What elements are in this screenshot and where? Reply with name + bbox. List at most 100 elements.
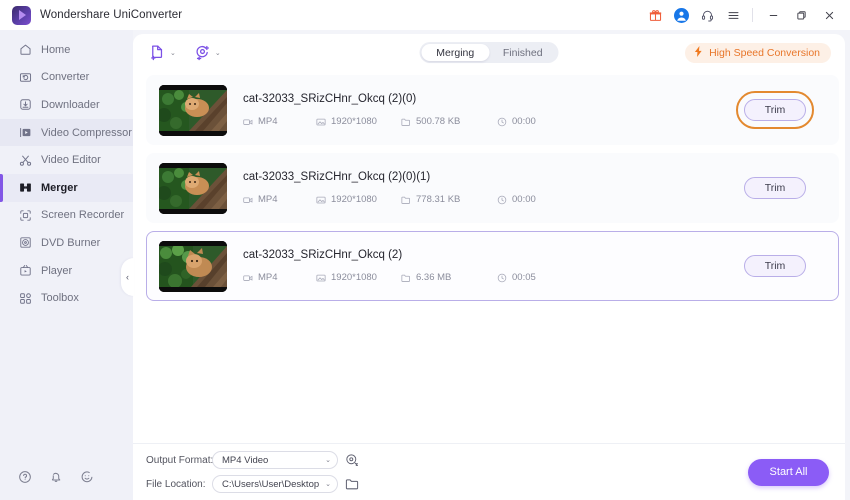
sidebar-item-converter[interactable]: Converter: [0, 64, 133, 92]
video-thumbnail: [159, 84, 227, 136]
maximize-button[interactable]: [788, 3, 814, 27]
meta-resolution-value: 1920*1080: [331, 194, 377, 205]
play-logo-icon: [12, 5, 31, 25]
high-speed-conversion-badge[interactable]: High Speed Conversion: [685, 42, 831, 63]
meta-format: MP4: [243, 194, 316, 205]
sidebar-item-video-editor[interactable]: Video Editor: [0, 146, 133, 174]
sidebar-collapse-handle[interactable]: ‹: [121, 258, 134, 296]
help-icon[interactable]: [18, 470, 32, 489]
output-format-select[interactable]: MP4 Video ⌄: [212, 451, 338, 469]
title-bar: Wondershare UniConverter: [0, 0, 850, 30]
sidebar-item-label: DVD Burner: [41, 236, 101, 249]
file-name: cat-32033_SRizCHnr_Okcq (2)(0)(1): [243, 171, 431, 183]
meta-resolution-value: 1920*1080: [331, 116, 377, 127]
sidebar-item-dvd-burner[interactable]: DVD Burner: [0, 229, 133, 257]
sidebar-item-label: Home: [41, 43, 71, 56]
add-from-device-button[interactable]: ⌄: [194, 44, 221, 61]
content-toolbar: ⌄ ⌄ Merging Finished High Speed Conversi…: [133, 34, 845, 71]
tab-merging[interactable]: Merging: [421, 44, 489, 61]
sidebar-item-label: Player: [41, 264, 73, 277]
meta-duration-value: 00:00: [512, 194, 536, 205]
meta-format-value: MP4: [258, 194, 278, 205]
window-controls: [643, 3, 842, 27]
chevron-down-icon: ⌄: [214, 49, 221, 57]
meta-size: 6.36 MB: [401, 272, 497, 283]
table-row[interactable]: cat-32033_SRizCHnr_Okcq (2)(0) MP4 1920*…: [146, 75, 839, 145]
minimize-button[interactable]: [760, 3, 786, 27]
folder-icon[interactable]: [345, 477, 359, 491]
meta-resolution: 1920*1080: [316, 194, 401, 205]
resolution-icon: [316, 273, 326, 283]
trim-action: Trim: [744, 177, 828, 199]
chevron-down-icon: ⌄: [325, 481, 331, 488]
output-fields: Output Format: MP4 Video ⌄ File Location…: [146, 451, 359, 493]
close-button[interactable]: [816, 3, 842, 27]
meta-duration-value: 00:00: [512, 116, 536, 127]
uniconverter-window: Wondershare UniConverter Home Converter …: [0, 0, 850, 500]
sidebar-item-screen-recorder[interactable]: Screen Recorder: [0, 202, 133, 230]
sidebar-item-label: Video Compressor: [41, 126, 132, 139]
file-list[interactable]: cat-32033_SRizCHnr_Okcq (2)(0) MP4 1920*…: [133, 71, 845, 443]
output-footer: Output Format: MP4 Video ⌄ File Location…: [133, 443, 845, 500]
sidebar-item-label: Downloader: [41, 98, 100, 111]
resolution-icon: [316, 195, 326, 205]
meta-format: MP4: [243, 272, 316, 283]
sidebar-item-video-compressor[interactable]: Video Compressor: [0, 118, 133, 147]
meta-duration: 00:05: [497, 272, 536, 283]
tab-finished[interactable]: Finished: [489, 44, 557, 61]
toolbox-icon: [18, 291, 32, 305]
trim-button[interactable]: Trim: [744, 177, 806, 199]
chevron-down-icon: ⌄: [170, 49, 176, 57]
folder-icon: [401, 195, 411, 205]
account-avatar-icon[interactable]: [669, 3, 693, 27]
menu-icon[interactable]: [721, 3, 745, 27]
gift-icon[interactable]: [643, 3, 667, 27]
clock-icon: [497, 195, 507, 205]
file-meta: MP4 1920*1080 6.36 MB 00:05: [243, 272, 744, 283]
right-edge-rail: [845, 60, 850, 500]
file-info: cat-32033_SRizCHnr_Okcq (2)(0)(1) MP4 19…: [227, 171, 744, 205]
support-headset-icon[interactable]: [695, 3, 719, 27]
chevron-down-icon: ⌄: [325, 457, 331, 464]
player-icon: [18, 264, 32, 278]
feedback-smiley-icon[interactable]: [80, 470, 94, 489]
titlebar-divider: [752, 8, 753, 22]
add-file-button[interactable]: ⌄: [149, 44, 176, 61]
sidebar-item-player[interactable]: Player: [0, 257, 133, 285]
sidebar-item-label: Screen Recorder: [41, 209, 125, 222]
sidebar: Home Converter Downloader Video Compress…: [0, 30, 134, 500]
output-settings-icon[interactable]: [345, 453, 359, 467]
video-editor-icon: [18, 153, 32, 167]
dvd-burner-icon: [18, 236, 32, 250]
video-format-icon: [243, 117, 253, 127]
start-all-button[interactable]: Start All: [748, 458, 829, 486]
table-row[interactable]: cat-32033_SRizCHnr_Okcq (2)(0)(1) MP4 19…: [146, 153, 839, 223]
sidebar-item-downloader[interactable]: Downloader: [0, 91, 133, 119]
home-icon: [18, 43, 32, 57]
merger-icon: [18, 181, 32, 195]
file-location-row: File Location: C:\Users\User\Desktop ⌄: [146, 475, 359, 493]
sidebar-item-merger[interactable]: Merger: [0, 173, 133, 202]
meta-size-value: 6.36 MB: [416, 272, 452, 283]
add-from-device-icon: [194, 44, 211, 61]
meta-size: 778.31 KB: [401, 194, 497, 205]
sidebar-item-toolbox[interactable]: Toolbox: [0, 284, 133, 312]
lightning-bolt-icon: [693, 45, 704, 60]
trim-button[interactable]: Trim: [744, 99, 806, 121]
folder-icon: [401, 117, 411, 127]
meta-resolution: 1920*1080: [316, 116, 401, 127]
folder-icon: [401, 273, 411, 283]
content-panel: ⌄ ⌄ Merging Finished High Speed Conversi…: [133, 34, 845, 500]
file-location-select[interactable]: C:\Users\User\Desktop ⌄: [212, 475, 338, 493]
file-name: cat-32033_SRizCHnr_Okcq (2): [243, 249, 403, 261]
trim-button[interactable]: Trim: [744, 255, 806, 277]
sidebar-item-label: Merger: [41, 181, 78, 194]
sidebar-item-home[interactable]: Home: [0, 36, 133, 64]
converter-icon: [18, 70, 32, 84]
notifications-bell-icon[interactable]: [49, 470, 63, 489]
clock-icon: [497, 273, 507, 283]
downloader-icon: [18, 98, 32, 112]
table-row[interactable]: cat-32033_SRizCHnr_Okcq (2) MP4 1920*108…: [146, 231, 839, 301]
sidebar-footer: [0, 458, 133, 500]
app-title: Wondershare UniConverter: [40, 9, 183, 21]
